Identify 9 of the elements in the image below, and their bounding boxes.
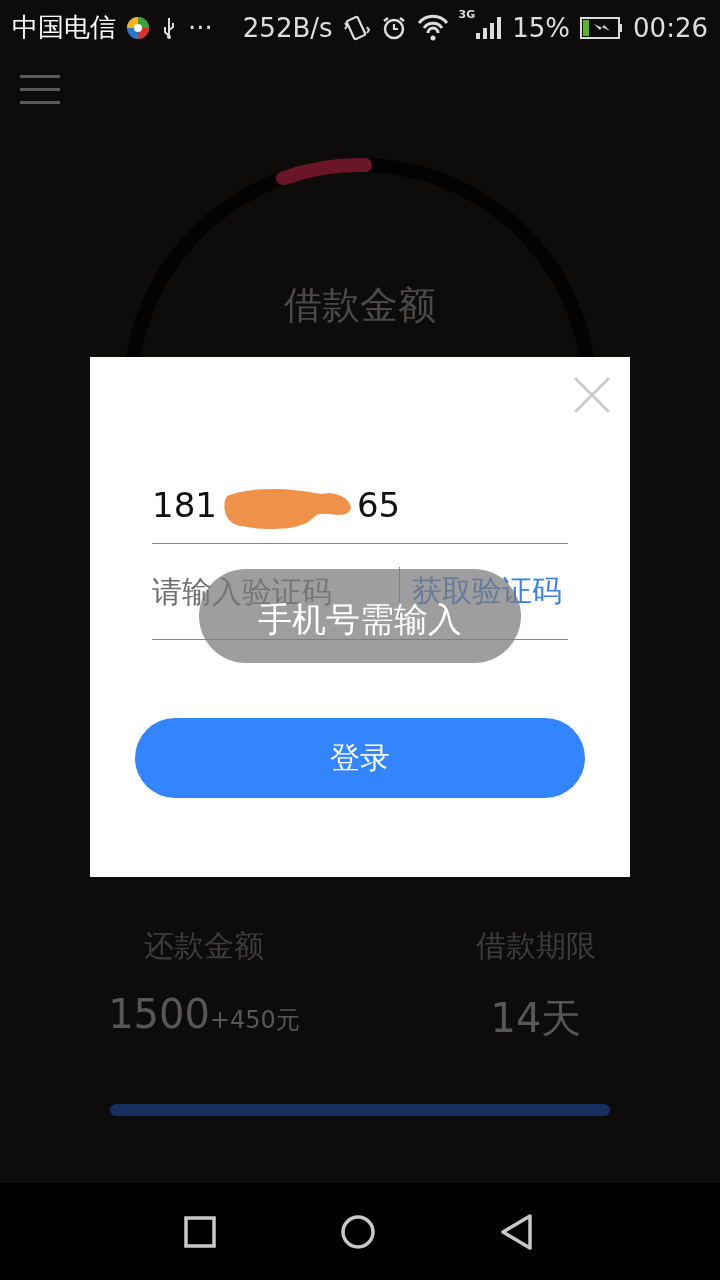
repay-amount: 1500+450元 bbox=[108, 991, 300, 1039]
gauge-title: 借款金额 bbox=[284, 282, 436, 326]
carrier-name: 中国电信 bbox=[12, 11, 116, 44]
battery-percent: 15% bbox=[512, 12, 571, 43]
network-type: 3G bbox=[458, 8, 476, 21]
clock-time: 00:26 bbox=[633, 12, 708, 43]
term-value: 14天 bbox=[490, 994, 582, 1043]
overflow-dots: ··· bbox=[188, 12, 213, 43]
network-speed: 252B/s bbox=[242, 12, 333, 43]
